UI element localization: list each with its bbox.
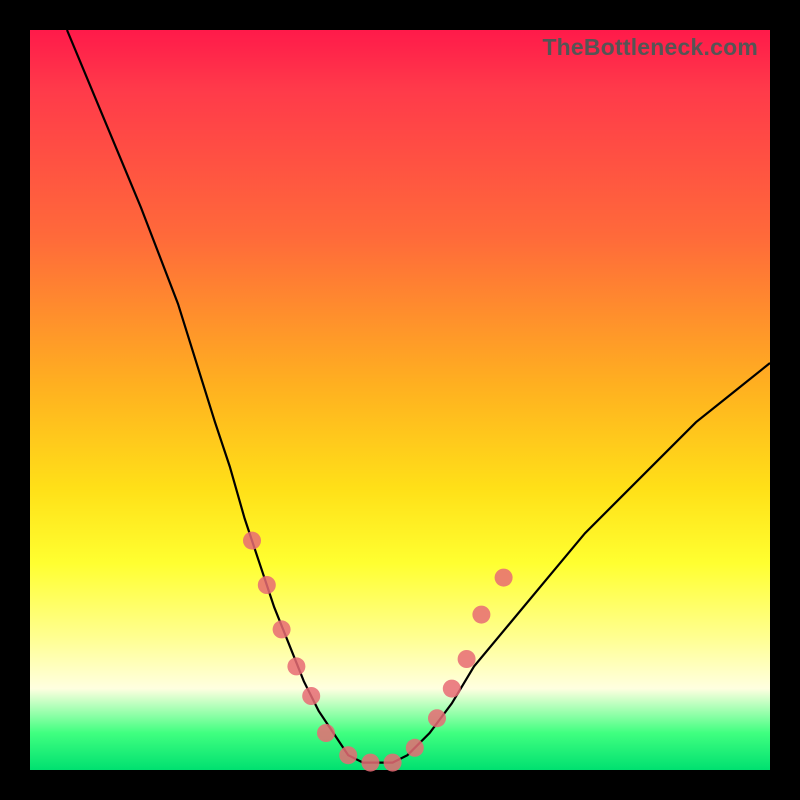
curve-marker [302, 687, 320, 705]
chart-frame: TheBottleneck.com [0, 0, 800, 800]
curve-marker [458, 650, 476, 668]
chart-plot-area: TheBottleneck.com [30, 30, 770, 770]
curve-marker [495, 569, 513, 587]
curve-marker [428, 709, 446, 727]
bottleneck-curve [67, 30, 770, 763]
curve-marker [287, 657, 305, 675]
curve-layer [30, 30, 770, 770]
curve-marker [339, 746, 357, 764]
curve-marker [384, 754, 402, 772]
curve-marker [258, 576, 276, 594]
curve-marker [472, 606, 490, 624]
curve-marker [361, 754, 379, 772]
curve-marker [317, 724, 335, 742]
curve-marker [273, 620, 291, 638]
curve-marker [406, 739, 424, 757]
curve-marker [443, 680, 461, 698]
curve-marker [243, 532, 261, 550]
